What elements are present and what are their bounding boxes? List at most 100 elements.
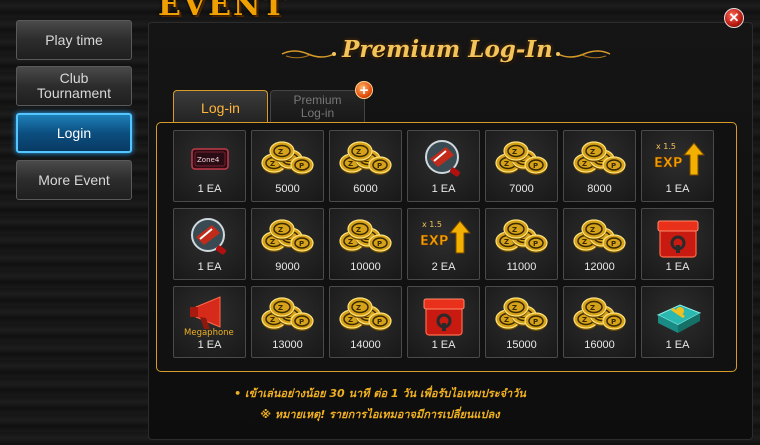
svg-text:Z: Z xyxy=(356,304,361,312)
sidebar-item-more-event[interactable]: More Event xyxy=(16,160,132,200)
reward-quantity: 12000 xyxy=(584,261,615,273)
reward-cell[interactable]: 1 EA xyxy=(173,208,246,280)
sidebar-item-label: More Event xyxy=(38,171,110,188)
reward-cell[interactable]: ZZZP 11000 xyxy=(485,208,558,280)
svg-text:P: P xyxy=(611,318,616,326)
sidebar-item-label: Club Tournament xyxy=(37,70,111,101)
svg-text:Z: Z xyxy=(348,316,353,324)
reward-cell[interactable]: Zone4 1 EA xyxy=(173,130,246,202)
tab-premium-login[interactable]: Premium Log-in xyxy=(270,90,365,122)
reward-cell[interactable]: ZZZP16000 xyxy=(563,286,636,358)
svg-text:Megaphone: Megaphone xyxy=(184,328,234,337)
sidebar-item-club-tournament[interactable]: Club Tournament xyxy=(16,66,132,106)
svg-text:Z: Z xyxy=(590,226,595,234)
svg-text:x 1.5: x 1.5 xyxy=(656,142,676,151)
svg-text:EXP: EXP xyxy=(654,156,682,171)
svg-text:P: P xyxy=(377,318,382,326)
reward-quantity: 13000 xyxy=(272,339,303,351)
svg-text:Z: Z xyxy=(582,160,587,168)
svg-text:P: P xyxy=(299,318,304,326)
reward-cell[interactable]: Megaphone 1 EA xyxy=(173,286,246,358)
reward-cell[interactable]: 1 EA xyxy=(407,130,480,202)
reward-cell[interactable]: ZZZP14000 xyxy=(329,286,402,358)
reward-cell[interactable]: ZZZP10000 xyxy=(329,208,402,280)
svg-text:Z: Z xyxy=(590,304,595,312)
reward-quantity: 1 EA xyxy=(197,339,222,351)
svg-text:EXP: EXP xyxy=(420,234,448,249)
reward-cell[interactable]: ZZZP 7000 xyxy=(485,130,558,202)
sidebar-item-play-time[interactable]: Play time xyxy=(16,20,132,60)
teal-gift-box-icon xyxy=(650,293,706,337)
svg-text:P: P xyxy=(533,240,538,248)
close-icon: ✕ xyxy=(728,10,740,25)
svg-text:x 1.5: x 1.5 xyxy=(422,220,442,229)
reward-cell[interactable]: 1 EA xyxy=(641,286,714,358)
svg-text:P: P xyxy=(377,162,382,170)
exp-boost-icon: x 1.5 EXP xyxy=(650,137,706,181)
reward-quantity: 1 EA xyxy=(197,261,222,273)
reward-quantity: 14000 xyxy=(350,339,381,351)
reward-cell[interactable]: ZZZP 9000 xyxy=(251,208,324,280)
zp-coins-icon: ZZZP xyxy=(494,215,550,259)
svg-text:Z: Z xyxy=(356,226,361,234)
zp-coins-icon: ZZZP xyxy=(338,215,394,259)
zp-coins-icon: ZZZP xyxy=(260,293,316,337)
reward-quantity: 9000 xyxy=(275,261,300,273)
reward-cell[interactable]: ZZZP5000 xyxy=(251,130,324,202)
reward-quantity: 1 EA xyxy=(665,261,690,273)
reward-quantity: 5000 xyxy=(275,183,300,195)
reward-quantity: 1 EA xyxy=(665,183,690,195)
plus-icon[interactable]: + xyxy=(355,81,373,99)
zp-coins-icon: ZZZP xyxy=(572,293,628,337)
svg-text:Z: Z xyxy=(348,160,353,168)
reward-cell[interactable]: x 1.5 EXP 2 EA xyxy=(407,208,480,280)
magnifier-capsule-icon xyxy=(182,215,238,259)
tab-label: Log-in xyxy=(201,99,240,116)
svg-text:P: P xyxy=(533,318,538,326)
close-button[interactable]: ✕ xyxy=(724,8,744,28)
reward-cell[interactable]: ZZZP6000 xyxy=(329,130,402,202)
reward-quantity: 7000 xyxy=(509,183,534,195)
svg-text:Z: Z xyxy=(582,316,587,324)
svg-text:Z: Z xyxy=(582,238,587,246)
reward-cell[interactable]: ZZZP 12000 xyxy=(563,208,636,280)
svg-text:Z: Z xyxy=(504,160,509,168)
red-mystery-box-icon xyxy=(416,293,472,337)
sidebar-item-login[interactable]: Login xyxy=(16,113,132,153)
zp-coins-icon: ZZZP xyxy=(572,215,628,259)
svg-text:Z: Z xyxy=(512,148,517,156)
zp-coins-icon: ZZZP xyxy=(260,215,316,259)
left-flourish-icon xyxy=(281,50,336,59)
reward-quantity: 16000 xyxy=(584,339,615,351)
svg-text:P: P xyxy=(299,240,304,248)
svg-text:Z: Z xyxy=(590,148,595,156)
reward-quantity: 1 EA xyxy=(665,339,690,351)
svg-text:Z: Z xyxy=(278,148,283,156)
notice-daily-requirement: • เข้าเล่นอย่างน้อย 30 นาที ต่อ 1 วัน เพ… xyxy=(234,387,526,400)
reward-cell[interactable]: ZZZP8000 xyxy=(563,130,636,202)
svg-text:Z: Z xyxy=(348,238,353,246)
magnifier-capsule-icon xyxy=(416,137,472,181)
reward-cell[interactable]: x 1.5 EXP 1 EA xyxy=(641,130,714,202)
tab-label: Premium Log-in xyxy=(293,92,342,120)
tab-login[interactable]: Log-in xyxy=(173,90,268,124)
right-flourish-icon xyxy=(556,50,611,59)
reward-cell[interactable]: ZZZP15000 xyxy=(485,286,558,358)
reward-cell[interactable]: 1 EA xyxy=(407,286,480,358)
svg-text:Z: Z xyxy=(356,148,361,156)
svg-text:P: P xyxy=(377,240,382,248)
svg-text:Z: Z xyxy=(278,304,283,312)
reward-cell[interactable]: ZZZP13000 xyxy=(251,286,324,358)
reward-quantity: 15000 xyxy=(506,339,537,351)
zp-coins-icon: ZZZP xyxy=(572,137,628,181)
svg-text:P: P xyxy=(299,162,304,170)
reward-quantity: 11000 xyxy=(506,261,537,273)
event-logo: EVENT xyxy=(158,0,287,23)
red-mystery-box-icon xyxy=(650,215,706,259)
svg-text:P: P xyxy=(611,162,616,170)
sidebar-item-label: Play time xyxy=(45,31,103,48)
reward-quantity: 1 EA xyxy=(197,183,222,195)
zp-coins-icon: ZZZP xyxy=(494,137,550,181)
reward-cell[interactable]: 1 EA xyxy=(641,208,714,280)
reward-quantity: 2 EA xyxy=(431,261,456,273)
